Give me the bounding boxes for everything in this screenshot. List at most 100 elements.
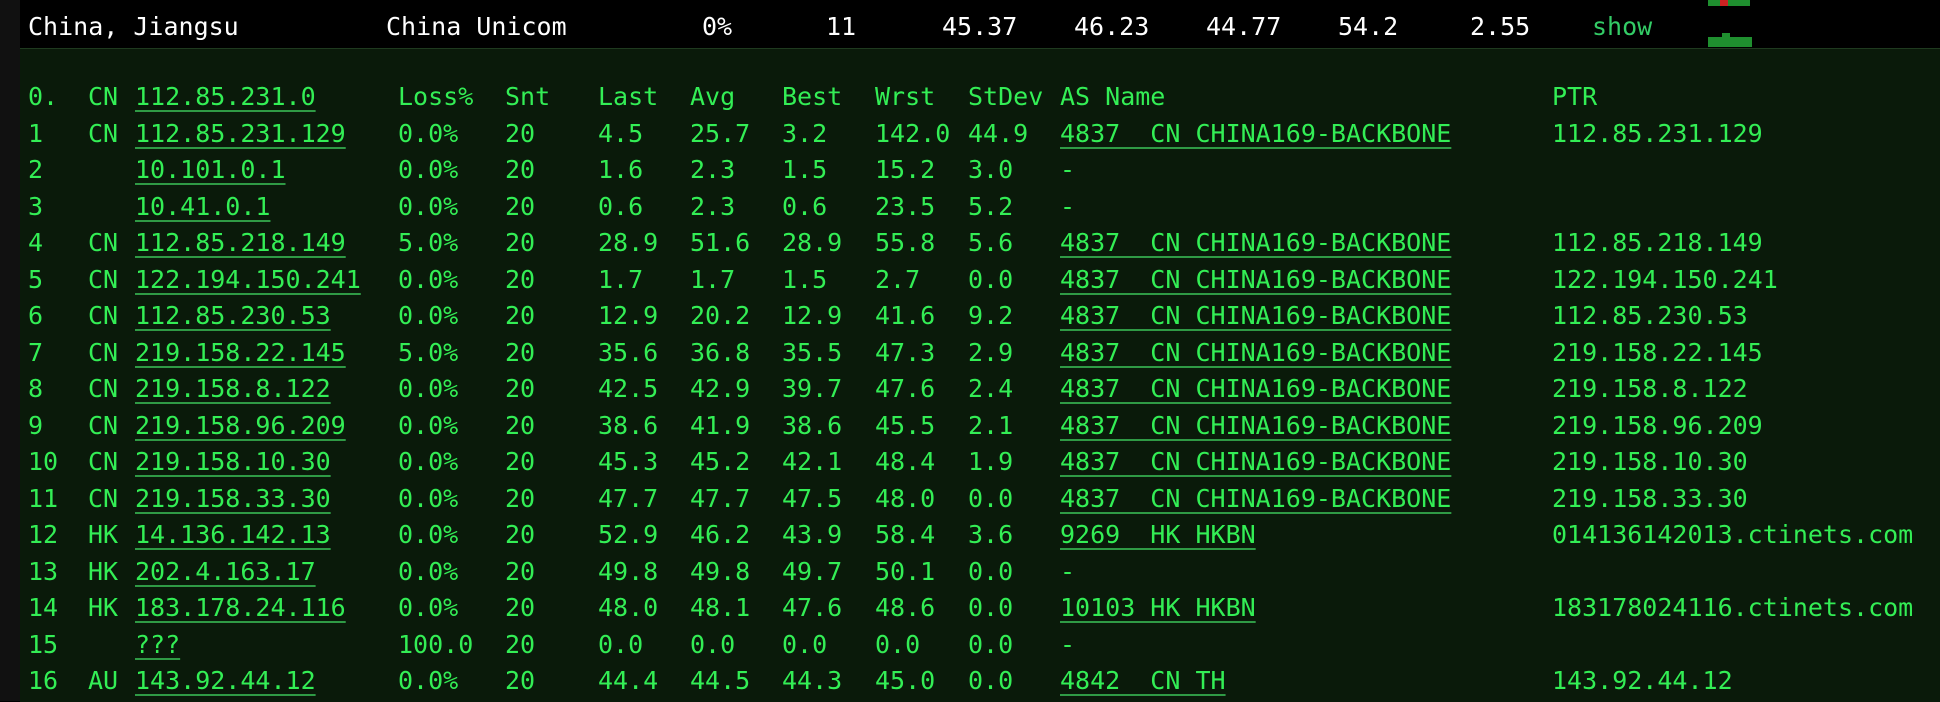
hop-last: 47.7: [598, 483, 659, 513]
hop-ip[interactable]: 112.85.231.129: [135, 116, 346, 152]
hop-ip[interactable]: 219.158.33.30: [135, 481, 331, 517]
hop-ip[interactable]: 202.4.163.17: [135, 554, 316, 590]
summary-isp: China Unicom: [386, 12, 567, 41]
hop-as-name[interactable]: 4837 CN CHINA169-BACKBONE: [1060, 298, 1451, 334]
hop-row: 9 CN 219.158.96.209 0.0% 20 38.6 41.9 38.6 45.5 2…: [20, 408, 1940, 444]
hop-as-name[interactable]: 10103 HK HKBN: [1060, 590, 1256, 626]
hop-row: 8 CN 219.158.8.122 0.0% 20 42.5 42.9 39.7 47.6 2.…: [20, 371, 1940, 407]
hop-wrst: 47.6: [875, 374, 936, 403]
hop-ip[interactable]: 14.136.142.13: [135, 517, 331, 553]
hop-as-name[interactable]: 4837 CN CHINA169-BACKBONE: [1060, 225, 1451, 261]
hop-last: 38.6: [598, 410, 659, 440]
hop-ip[interactable]: 10.101.0.1: [135, 152, 286, 188]
hop-ip[interactable]: 219.158.22.145: [135, 335, 346, 371]
hop-best: 43.9: [782, 520, 843, 549]
hop-wrst: 41.6: [875, 301, 936, 330]
hop-cc: HK: [88, 520, 119, 549]
hop-ip[interactable]: 112.85.218.149: [135, 225, 346, 261]
hop-ip[interactable]: ???: [135, 627, 180, 663]
hop-wrst: 48.0: [875, 483, 936, 513]
hop-as-name[interactable]: 4837 CN CHINA169-BACKBONE: [1060, 335, 1451, 371]
hop-snt: 20: [505, 410, 536, 440]
hop-as-name[interactable]: 4837 CN CHINA169-BACKBONE: [1060, 408, 1451, 444]
hop-avg: 44.5: [690, 666, 751, 695]
mini-latency-graph-bottom: [1708, 33, 1752, 47]
hop-avg: 42.9: [690, 374, 751, 403]
hop-hop: 12: [28, 520, 59, 549]
hop-ip[interactable]: 183.178.24.116: [135, 590, 346, 626]
hop-hop: 16: [28, 666, 59, 695]
hop-cc: CN: [88, 264, 119, 294]
hop-last: 44.4: [598, 666, 659, 695]
hop-avg: 2.3: [690, 191, 736, 221]
left-gutter: [0, 0, 20, 701]
hop-cc: CN: [88, 410, 119, 440]
hop-cc: CN: [88, 483, 119, 513]
hop-hop: 14: [28, 593, 59, 622]
show-link[interactable]: show: [1592, 12, 1652, 41]
hop-as-name[interactable]: 4842 CN TH: [1060, 663, 1226, 699]
hop-as-name[interactable]: 9269 HK HKBN: [1060, 517, 1256, 553]
hop-ip[interactable]: 122.194.150.241: [135, 262, 361, 298]
hop-row: 14 HK 183.178.24.116 0.0% 20 48.0 48.1 47.6 48.6…: [20, 590, 1940, 626]
hop-as-name[interactable]: 4837 CN CHINA169-BACKBONE: [1060, 444, 1451, 480]
hop-ip[interactable]: 143.92.44.12: [135, 663, 316, 699]
hop-stdev: 3.0: [968, 155, 1014, 184]
hop-wrst: 55.8: [875, 228, 936, 257]
hop-wrst: 58.4: [875, 520, 936, 549]
mtr-header-row: 0. CN 112.85.231.0 Loss% Snt Last Avg Be…: [20, 79, 1940, 115]
hop-as-name[interactable]: 4837 CN CHINA169-BACKBONE: [1060, 481, 1451, 517]
hop-as-name[interactable]: 4837 CN CHINA169-BACKBONE: [1060, 371, 1451, 407]
hop-snt: 20: [505, 337, 536, 367]
hop-loss: 0.0%: [398, 264, 459, 294]
hop-as-name[interactable]: 4837 CN CHINA169-BACKBONE: [1060, 116, 1451, 152]
summary-row: China, Jiangsu China Unicom 0% 11 45.37 …: [28, 6, 1652, 46]
hop-snt: 20: [505, 629, 536, 659]
hop-last: 1.6: [598, 155, 644, 184]
hop-hop: 13: [28, 556, 59, 586]
header-as-name: AS Name: [1060, 82, 1166, 111]
summary-v4: 54.2: [1338, 12, 1399, 41]
hop-cc: CN: [88, 301, 119, 330]
hop-ip[interactable]: 10.41.0.1: [135, 189, 270, 225]
header-cc: CN: [88, 82, 119, 111]
header-loss: Loss%: [398, 82, 474, 111]
hop-best: 44.3: [782, 666, 843, 695]
hop-loss: 0.0%: [398, 118, 459, 148]
hop-as-name[interactable]: 4837 CN CHINA169-BACKBONE: [1060, 262, 1451, 298]
hop-hop: 8: [28, 374, 44, 403]
hop-as-name: -: [1060, 155, 1076, 184]
hop-avg: 2.3: [690, 155, 736, 184]
hop-ip[interactable]: 112.85.230.53: [135, 298, 331, 334]
hop-stdev: 0.0: [968, 483, 1014, 513]
hop-loss: 0.0%: [398, 447, 459, 476]
hop-ptr: 219.158.10.30: [1552, 447, 1748, 476]
hop-ptr: 112.85.230.53: [1552, 301, 1748, 330]
hop-best: 47.5: [782, 483, 843, 513]
hop-row: 11 CN 219.158.33.30 0.0% 20 47.7 47.7 47.5 48.0 0…: [20, 481, 1940, 517]
hop-wrst: 2.7: [875, 264, 921, 294]
hop-snt: 20: [505, 264, 536, 294]
hop-wrst: 0.0: [875, 629, 921, 659]
hop-ip[interactable]: 219.158.10.30: [135, 444, 331, 480]
hop-row: 15??? 100.0 20 0.0 0.0 0.0 0.0 0.0 -: [20, 627, 1940, 663]
summary-v5: 2.55: [1470, 12, 1531, 41]
hop-ip[interactable]: 219.158.96.209: [135, 408, 346, 444]
hop-avg: 45.2: [690, 447, 751, 476]
hop-row: 10 CN 219.158.10.30 0.0% 20 45.3 45.2 42.1 48.4 1…: [20, 444, 1940, 480]
header-ip[interactable]: 112.85.231.0: [135, 79, 316, 115]
hop-snt: 20: [505, 155, 536, 184]
hop-ptr: 219.158.22.145: [1552, 337, 1763, 367]
hop-last: 0.6: [598, 191, 644, 221]
hop-snt: 20: [505, 374, 536, 403]
summary-count: 11: [826, 12, 857, 41]
hop-hop: 15: [28, 629, 59, 659]
hop-hop: 7: [28, 337, 44, 367]
hop-wrst: 142.0: [875, 118, 951, 148]
header-ptr: PTR: [1552, 82, 1598, 111]
hop-hop: 4: [28, 228, 44, 257]
hop-wrst: 45.0: [875, 666, 936, 695]
hop-loss: 0.0%: [398, 191, 459, 221]
hop-ip[interactable]: 219.158.8.122: [135, 371, 331, 407]
hop-hop: 6: [28, 301, 44, 330]
